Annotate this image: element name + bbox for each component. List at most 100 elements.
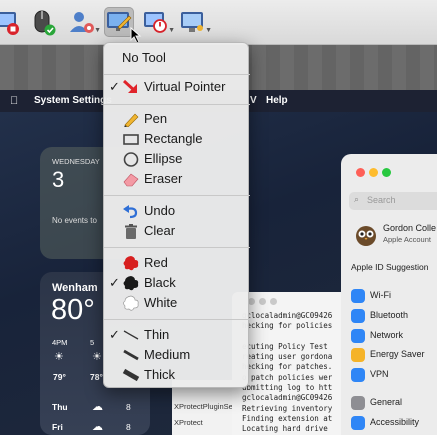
terminal-line: hecking for policies (242, 321, 333, 331)
menu-item-clear[interactable]: Clear (104, 221, 250, 241)
menu-item-no-tool[interactable]: No Tool (104, 48, 250, 68)
monitor-display-icon (181, 12, 203, 32)
menu-separator (104, 319, 250, 320)
screen-share-toolbar: ▼ ▼ ▼ (0, 0, 437, 45)
weather-day-1: Fri (52, 422, 63, 432)
undo-icon (123, 205, 138, 219)
avatar (356, 226, 376, 246)
weather-day-high-0: 8 (126, 402, 131, 412)
close-icon[interactable] (356, 168, 365, 177)
terminal-line: o patch policies wer (242, 372, 333, 382)
terminal-line: gclocaladmin@GC09426 (242, 311, 333, 320)
terminal-line: reating user gordona (242, 352, 333, 362)
zoom-icon[interactable] (382, 168, 391, 177)
bluetooth-icon (351, 309, 365, 323)
monitor-power-icon (144, 12, 167, 33)
menu-item-virtual-pointer[interactable]: ✓ Virtual Pointer (104, 77, 250, 97)
menu-separator (104, 195, 250, 196)
medium-line-icon (123, 349, 139, 361)
calendar-day: WEDNESDAY (52, 157, 100, 166)
file-list-item[interactable]: XProtect (174, 418, 203, 427)
gear-icon (351, 396, 365, 410)
weather-day-high-1: 8 (126, 422, 131, 432)
weather-hour-0: 4PM (52, 338, 68, 347)
weather-city: Wenham (52, 282, 98, 294)
menubar-app-name[interactable]: System Settings (34, 95, 112, 106)
eraser-icon (123, 173, 139, 187)
file-list[interactable]: XProtectPluginSe XProtect (172, 380, 234, 435)
checkmark-icon: ✓ (109, 275, 120, 290)
account-name: Gordon Colle (383, 223, 437, 233)
wifi-icon (351, 289, 365, 303)
terminal-line: ecuting Policy Test (242, 341, 328, 351)
minimize-icon[interactable] (369, 168, 378, 177)
menu-item-thin[interactable]: ✓ Thin (104, 325, 250, 345)
mouse-control-button[interactable] (30, 7, 60, 37)
annotation-tools-button[interactable] (104, 7, 142, 44)
menu-item-medium[interactable]: Medium (104, 345, 250, 365)
monitor-stop-icon (0, 12, 19, 35)
pencil-icon (124, 113, 139, 127)
battery-icon (351, 348, 365, 362)
search-placeholder: Search (367, 195, 396, 205)
weather-day-0: Thu (52, 402, 68, 412)
arrow-pointer-icon (122, 79, 137, 93)
menu-item-thick[interactable]: Thick (104, 365, 250, 385)
menubar-view-fragment[interactable]: V (250, 95, 257, 106)
sun-icon: ☀ (92, 351, 102, 363)
search-icon: ⌕ (354, 194, 360, 204)
thin-line-icon (123, 330, 139, 340)
thick-line-icon (122, 368, 140, 382)
stop-sharing-button[interactable] (0, 7, 22, 37)
menu-item-rectangle[interactable]: Rectangle (104, 129, 250, 149)
terminal-output: gclocaladmin@GC09426 hecking for policies… (242, 311, 332, 435)
red-splat-icon (123, 256, 139, 271)
globe-icon (351, 329, 365, 343)
settings-search-input[interactable]: ⌕ Search (349, 192, 437, 210)
account-subtitle: Apple Account (383, 235, 431, 244)
menu-item-white[interactable]: White (104, 293, 250, 313)
user-settings-button[interactable]: ▼ (67, 7, 101, 37)
cloud-rain-icon: ☁ (92, 401, 103, 413)
account-row[interactable]: Gordon Colle Apple Account (349, 220, 437, 248)
trash-icon (125, 224, 137, 239)
checkmark-icon: ✓ (109, 79, 120, 94)
terminal-line: Locating hard drive (242, 424, 328, 434)
terminal-line: Finding extension at (242, 413, 333, 423)
menubar-help[interactable]: Help (266, 95, 288, 106)
annotation-tools-menu: No Tool ✓ Virtual Pointer Pen Rectangle … (103, 42, 250, 388)
menu-item-eraser[interactable]: Eraser (104, 169, 250, 189)
weather-hour-1: 5 (90, 338, 95, 347)
zoom-icon[interactable] (270, 298, 277, 305)
menu-item-ellipse[interactable]: Ellipse (104, 149, 250, 169)
apple-id-suggestions[interactable]: Apple ID Suggestion (351, 262, 429, 272)
menu-item-pen[interactable]: Pen (104, 109, 250, 129)
menu-separator (104, 247, 250, 248)
weather-hour-temp-1: 78° (90, 372, 103, 382)
menu-separator (104, 104, 250, 105)
checkmark-icon: ✓ (109, 327, 120, 342)
accessibility-icon (351, 416, 365, 430)
calendar-date: 3 (52, 167, 65, 192)
user-gear-icon (70, 12, 94, 33)
menu-item-undo[interactable]: Undo (104, 201, 250, 221)
file-list-item[interactable]: XProtectPluginSe (174, 402, 233, 411)
vpn-icon (351, 368, 365, 382)
menu-item-black[interactable]: ✓ Black (104, 273, 250, 293)
display-button[interactable]: ▼ (178, 7, 212, 37)
terminal-line: hecking for patches. (242, 362, 333, 372)
rectangle-icon (123, 134, 139, 145)
menu-item-red[interactable]: Red (104, 253, 250, 273)
power-button[interactable]: ▼ (141, 7, 175, 37)
minimize-icon[interactable] (259, 298, 266, 305)
cloud-rain-icon: ☁ (92, 421, 103, 433)
menu-separator (104, 74, 250, 75)
calendar-empty-text: No events to (52, 216, 97, 225)
sun-icon: ☀ (54, 351, 64, 363)
white-splat-icon (123, 295, 139, 311)
apple-logo-icon:  (10, 95, 18, 107)
system-settings-window[interactable]: ⌕ Search Gordon Colle Apple Account Appl… (341, 154, 437, 435)
terminal-line: gclocaladmin@GC09426 (242, 393, 333, 403)
black-splat-icon (123, 276, 139, 291)
